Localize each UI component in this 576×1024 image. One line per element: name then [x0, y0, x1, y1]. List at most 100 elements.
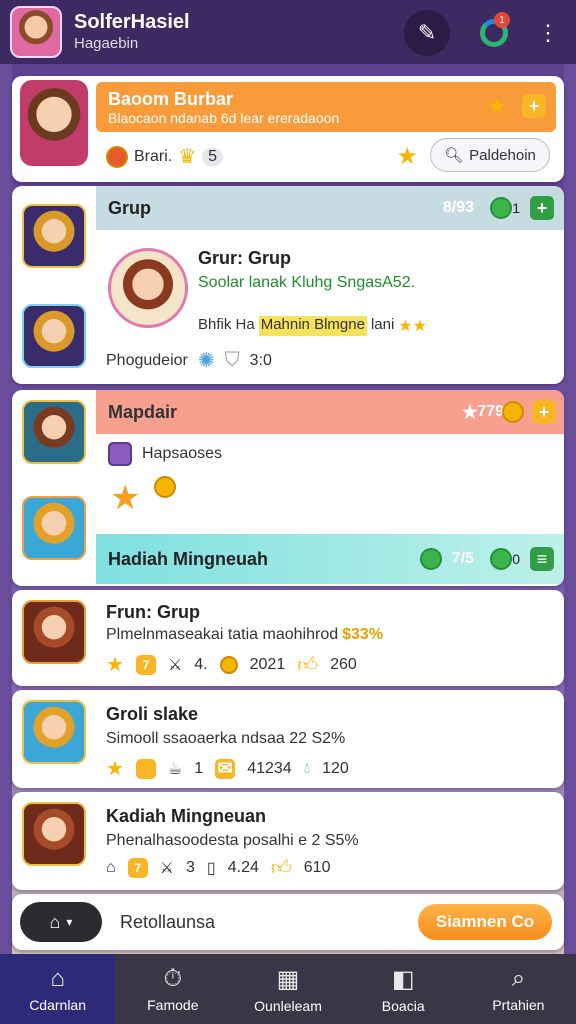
notifications-button[interactable]: 1: [474, 10, 514, 56]
map-thumbnail-1: [22, 400, 86, 464]
stars-icon: ★★: [398, 318, 427, 335]
nav-item-timer[interactable]: ⏱︎ Famode: [115, 954, 230, 1024]
stat-1: 4.: [194, 655, 208, 673]
group-stat: 8/93: [442, 199, 474, 216]
add-icon[interactable]: +: [522, 94, 546, 118]
cash-icon[interactable]: ≡: [530, 547, 554, 571]
footer-value: 3:0: [249, 351, 272, 369]
trophy-icon: ♛: [178, 146, 197, 168]
map-item-label: Hapsaoses: [142, 445, 223, 462]
event-title: Baoom Burbar: [108, 88, 234, 109]
add-icon[interactable]: +: [530, 196, 554, 220]
cta-button[interactable]: Siamnen Co: [416, 902, 554, 942]
group-avatar: [108, 248, 188, 328]
search-label: Paldehoin: [469, 146, 536, 164]
card-event[interactable]: Baoom Burbar Blaocaon ndanab 6d lear ere…: [12, 76, 564, 182]
reward-header: Hadiah Mingneuah 7/5 0 ≡: [96, 534, 564, 584]
group-title: Grup: [108, 197, 151, 218]
stat-1: 3: [186, 859, 195, 876]
bottom-action-bar: ⌂ ▾ Retollaunsa Siamnen Co: [12, 894, 564, 950]
event-header: Baoom Burbar Blaocaon ndanab 6d lear ere…: [96, 82, 556, 132]
group-info: Bhfik Ha Mahnin Blmgne lani ★★: [198, 316, 427, 336]
group-description: Soolar lanak Kluhg SngasA52.: [198, 274, 416, 291]
side-decoration-left: [0, 64, 12, 954]
bag-icon: ◧: [391, 965, 415, 993]
title-block: SolferHasiel Hagaebin: [74, 10, 190, 54]
top-actions: ✎ 1 ⋮: [404, 10, 559, 56]
app-title: SolferHasiel: [74, 11, 190, 33]
event-subtitle: Blaocaon ndanab 6d lear ereradaoon: [108, 109, 340, 126]
group-info-highlight: Mahnin Blmgne: [258, 316, 367, 336]
home-icon: ⌂: [50, 965, 65, 992]
star-icon: ★: [488, 96, 506, 118]
gem-icon: [490, 197, 512, 219]
nav-label: Famode: [147, 997, 199, 1013]
group-stat-2: 1: [512, 200, 520, 216]
list-stats: ★ ☕︎ 1 ✉ 41234 💧︎ 120: [106, 756, 349, 781]
nav-item-chart[interactable]: ▦ Ounleleam: [230, 954, 345, 1024]
card-list-2[interactable]: Groli slake Simooll ssaoaerka ndsaa 22 S…: [12, 690, 564, 788]
card-group[interactable]: Grup 8/93 1 + Grur: Grup Soolar lanak Kl…: [12, 186, 564, 384]
nav-label: Prtahien: [492, 997, 545, 1013]
coin-icon: [154, 476, 176, 498]
group-thumbnail-1: [22, 204, 86, 268]
ticket-icon: 7: [135, 654, 156, 675]
thumbs-up-icon: 👍︎: [270, 857, 292, 879]
search-icon: 🔍︎: [444, 147, 464, 164]
list-thumbnail: [22, 700, 86, 764]
nav-item-search[interactable]: ⌕ Prtahien: [461, 954, 576, 1024]
coin-icon: [502, 401, 524, 423]
group-name: Grur: Grup: [198, 248, 291, 268]
app-avatar[interactable]: [10, 6, 62, 58]
edit-icon: ✎: [417, 20, 437, 45]
group-thumbnail-2: [22, 304, 86, 368]
stat-3: 610: [303, 859, 331, 876]
ticket-icon: [135, 758, 156, 779]
list-thumbnail: [22, 802, 86, 866]
add-icon[interactable]: +: [532, 400, 556, 424]
list-desc-text: Plmelnmaseakai tatia maohihrod: [106, 626, 339, 643]
sword-icon: ⚔: [167, 656, 183, 674]
list-title: Kadiah Mingneuan: [106, 806, 267, 826]
list-desc: Simooll ssaoaerka ndsaa 22 S2%: [106, 730, 346, 747]
thumbs-up-icon: 👍︎: [297, 653, 319, 676]
list-title: Groli slake: [106, 704, 199, 724]
map-thumbnail-2: [22, 496, 86, 560]
nav-label: Ounleleam: [254, 997, 322, 1014]
reward-title: Hadiah Mingneuah: [108, 548, 269, 569]
star-badge-icon: ★: [110, 479, 141, 517]
star-icon: ★: [106, 654, 124, 676]
home-outline-icon: ⌂: [106, 859, 116, 876]
card-map[interactable]: Mapdair ★ 779 + Hapsaoses ★ Hadiah Mingn…: [12, 390, 564, 586]
box-icon: [108, 442, 132, 466]
list-stats: ★ 7 ⚔ 4. 2021 👍︎ 260: [106, 652, 357, 677]
event-meta: Brari. ♛ 5: [106, 144, 224, 169]
footer-label: Phogudeior: [106, 351, 188, 369]
mail-icon: ✉: [215, 758, 236, 779]
group-info-1: Bhfik Ha: [198, 316, 255, 333]
count-badge: 5: [202, 147, 224, 166]
star-icon: ★: [461, 401, 478, 422]
nav-item-bag[interactable]: ◧ Boacia: [346, 954, 461, 1024]
map-stat: 779: [477, 403, 504, 420]
edit-button[interactable]: ✎: [404, 10, 450, 56]
more-vert-icon: ⋮: [537, 20, 559, 45]
group-footer: Phogudeior ✺ ⛉ 3:0: [106, 348, 272, 373]
ticket-icon: 7: [127, 858, 148, 878]
card-list-3[interactable]: Kadiah Mingneuan Phenalhasoodesta posalh…: [12, 792, 564, 890]
search-button[interactable]: 🔍︎ Paldehoin: [430, 138, 550, 172]
bottom-nav: ⌂ Cdarnlan ⏱︎ Famode ▦ Ounleleam ◧ Boaci…: [0, 954, 576, 1024]
action-label: Retollaunsa: [120, 911, 216, 932]
stat-2: 41234: [247, 759, 292, 777]
stat-3: 260: [330, 655, 357, 673]
user-label: Brari.: [134, 147, 173, 165]
card-list-1[interactable]: Frun: Grup Plmelnmaseakai tatia maohihro…: [12, 590, 564, 686]
timer-icon: ⏱︎: [163, 965, 183, 992]
top-bar: SolferHasiel Hagaebin ✎ 1 ⋮: [0, 0, 576, 64]
map-title: Mapdair: [108, 401, 178, 422]
home-menu-button[interactable]: ⌂ ▾: [20, 902, 102, 942]
nav-item-home[interactable]: ⌂ Cdarnlan: [0, 954, 116, 1024]
more-button[interactable]: ⋮: [537, 10, 559, 56]
list-desc: Phenalhasoodesta posalhi e 2 S5%: [106, 832, 359, 849]
sword-icon: ⚔: [159, 860, 175, 877]
